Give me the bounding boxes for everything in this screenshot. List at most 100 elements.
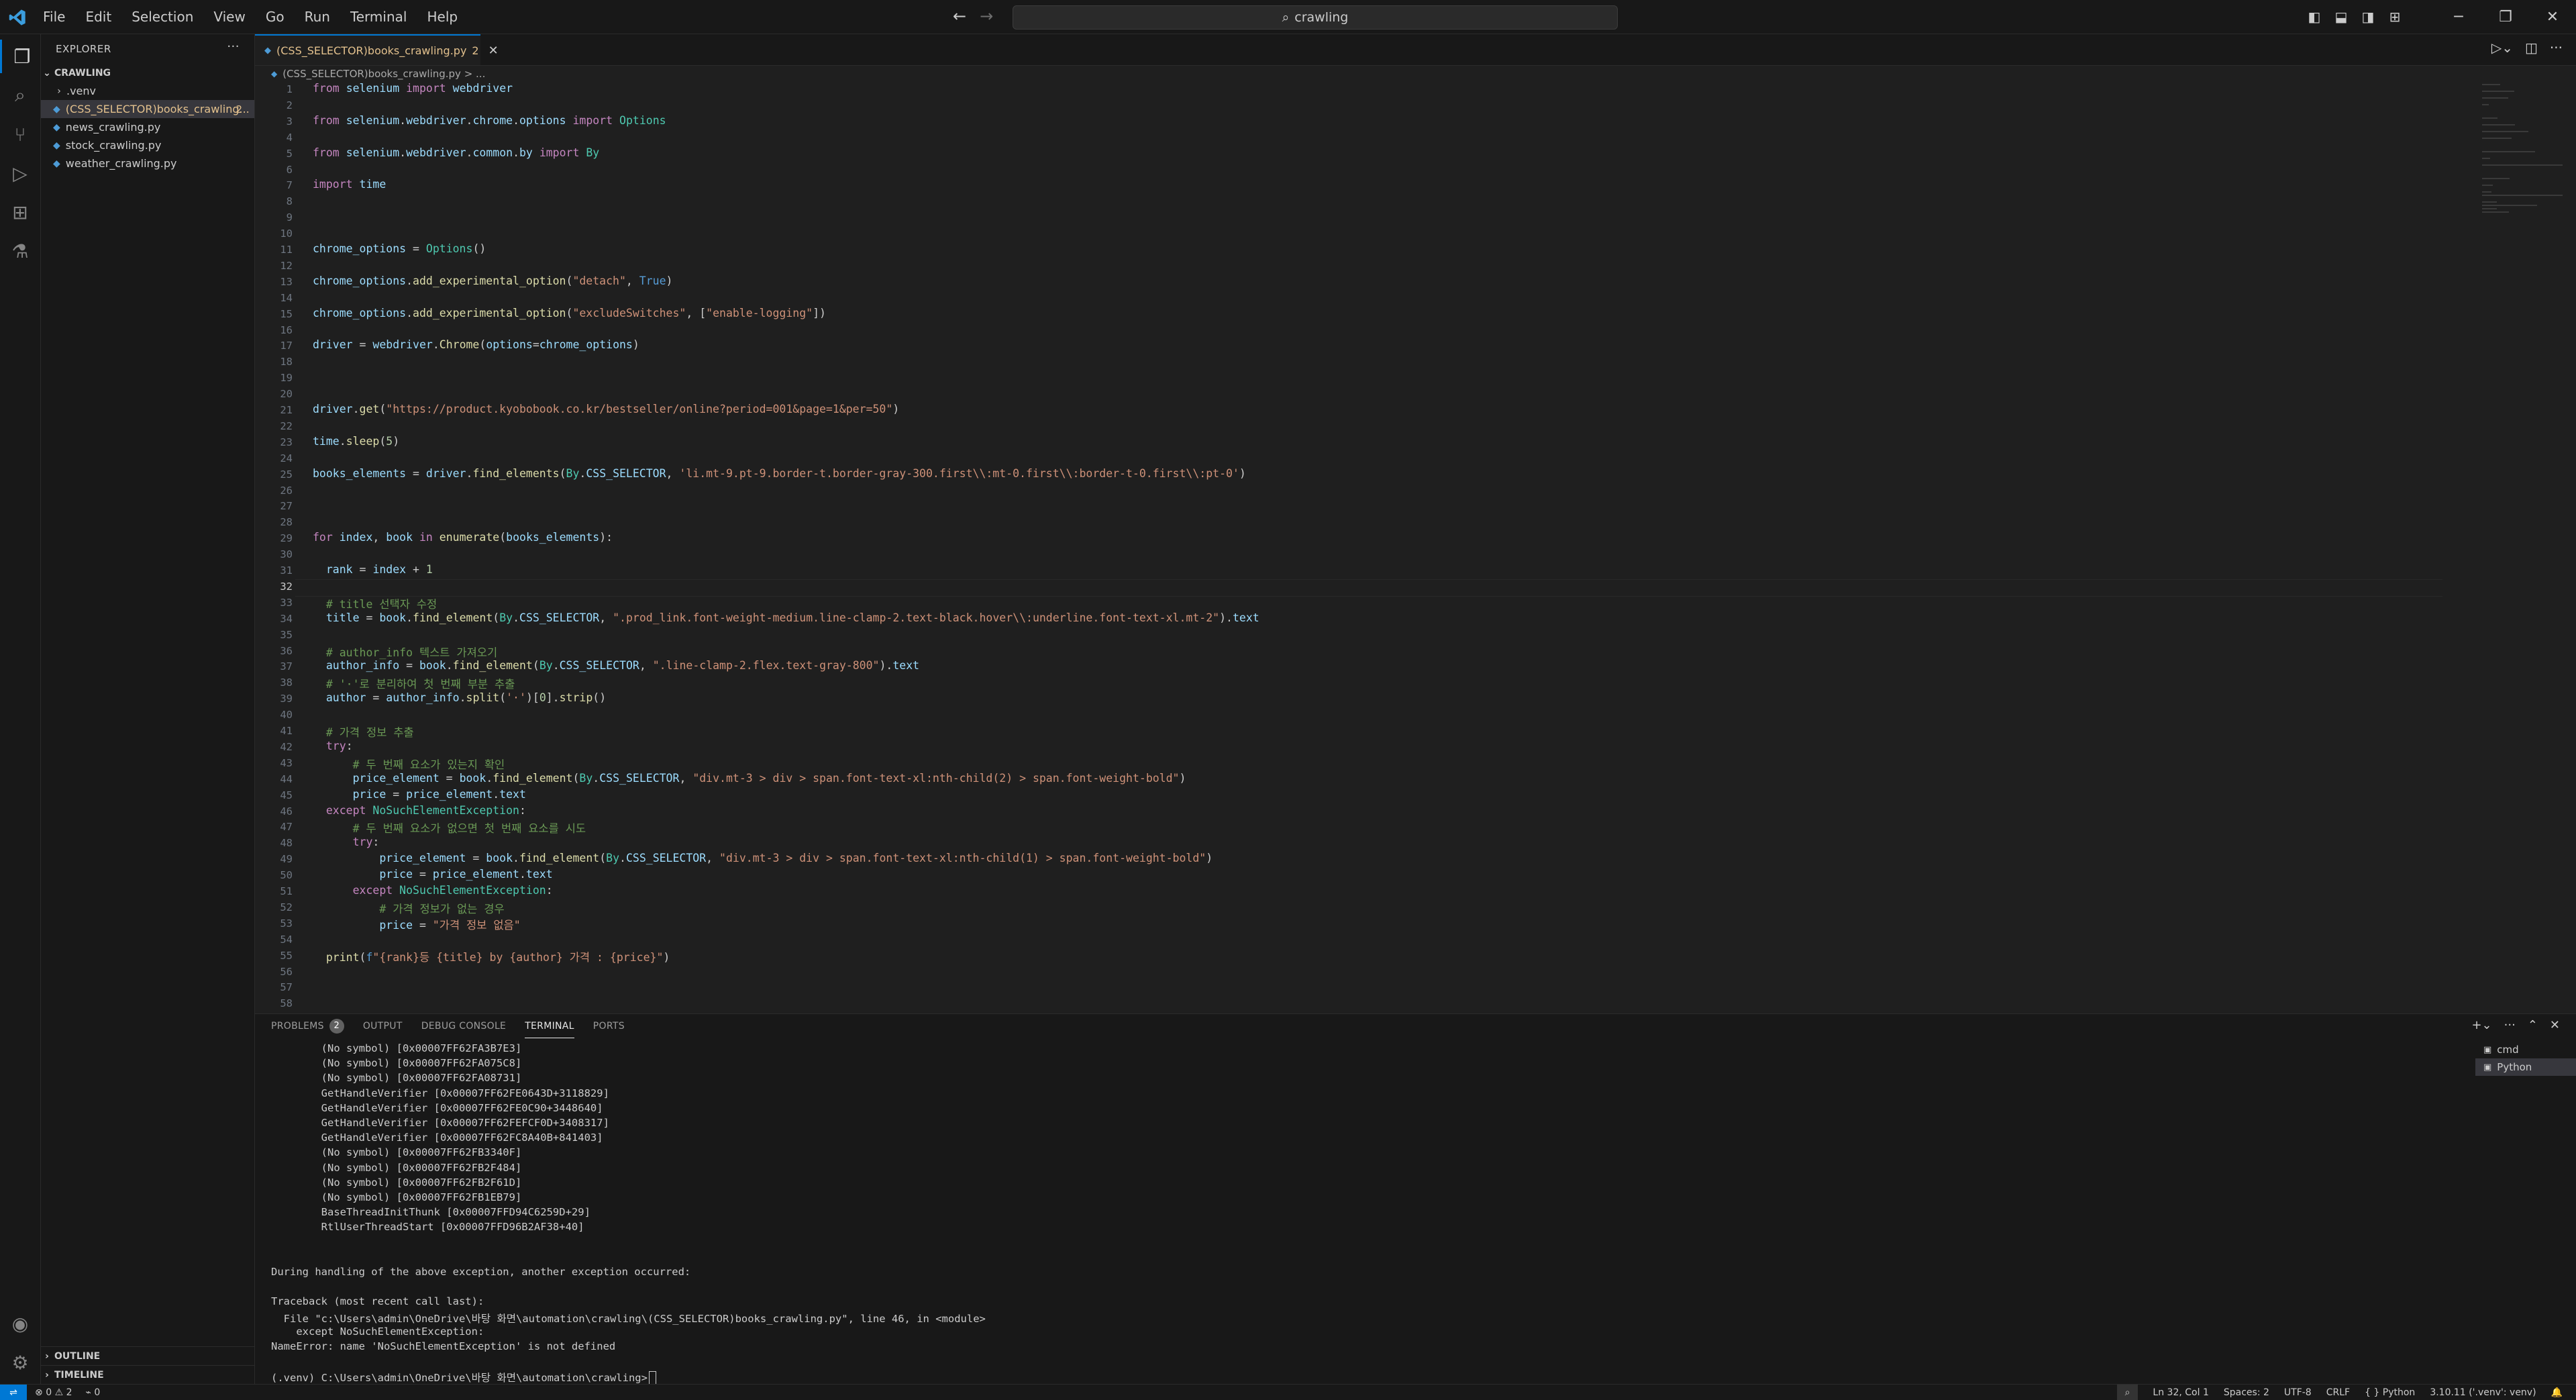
tab-problems[interactable]: PROBLEMS 2 bbox=[271, 1014, 344, 1038]
menu-bar: File Edit Selection View Go Run Terminal Help bbox=[43, 0, 478, 34]
code-line: price = "가격 정보 없음" bbox=[379, 918, 521, 932]
search-view-icon[interactable]: ⌕ bbox=[0, 79, 40, 112]
timeline-section[interactable]: › TIMELINE bbox=[41, 1365, 254, 1384]
close-window-icon[interactable]: ✕ bbox=[2529, 9, 2576, 26]
menu-file[interactable]: File bbox=[43, 9, 65, 25]
menu-run[interactable]: Run bbox=[305, 9, 330, 25]
run-debug-icon[interactable]: ▷ bbox=[0, 156, 40, 190]
explorer-icon[interactable]: ❐ bbox=[0, 40, 42, 73]
python-file-icon: ◆ bbox=[53, 103, 60, 115]
language-mode[interactable]: { } Python bbox=[2365, 1387, 2415, 1398]
line-number: 6 bbox=[286, 163, 293, 176]
testing-icon[interactable]: ⚗ bbox=[0, 234, 40, 268]
encoding[interactable]: UTF-8 bbox=[2284, 1387, 2312, 1398]
tree-file[interactable]: ◆ weather_crawling.py bbox=[41, 154, 254, 172]
problems-status[interactable]: ⊗ 0 ⚠ 2 bbox=[35, 1387, 72, 1398]
customize-layout-icon[interactable]: ⊞ bbox=[2381, 9, 2408, 25]
zoom-icon[interactable]: ⌕ bbox=[2116, 1385, 2139, 1400]
code-line: from selenium import webdriver bbox=[313, 82, 513, 95]
line-number: 13 bbox=[280, 275, 293, 288]
explorer-title: EXPLORER bbox=[56, 43, 111, 55]
line-number: 49 bbox=[280, 853, 293, 866]
line-number: 14 bbox=[280, 291, 293, 304]
menu-view[interactable]: View bbox=[213, 9, 245, 25]
tab-output[interactable]: OUTPUT bbox=[363, 1014, 403, 1038]
cursor-position[interactable]: Ln 32, Col 1 bbox=[2153, 1387, 2208, 1398]
line-number: 11 bbox=[280, 244, 293, 256]
menu-go[interactable]: Go bbox=[266, 9, 285, 25]
tab-ports[interactable]: PORTS bbox=[593, 1014, 625, 1038]
tab-books-crawling[interactable]: ◆ (CSS_SELECTOR)books_crawling.py 2 ✕ bbox=[255, 34, 499, 65]
menu-help[interactable]: Help bbox=[427, 9, 458, 25]
indentation[interactable]: Spaces: 2 bbox=[2224, 1387, 2269, 1398]
back-arrow-icon[interactable]: ← bbox=[953, 7, 966, 26]
warning-icon: ⚠ bbox=[54, 1387, 64, 1398]
close-panel-icon[interactable]: ✕ bbox=[2550, 1018, 2560, 1032]
code-line: title = book.find_element(By.CSS_SELECTO… bbox=[325, 611, 1259, 624]
more-actions-icon[interactable]: ··· bbox=[2550, 40, 2563, 56]
menu-terminal[interactable]: Terminal bbox=[350, 9, 407, 25]
extensions-icon[interactable]: ⊞ bbox=[0, 195, 40, 229]
run-python-file-icon[interactable]: ▷⌄ bbox=[2491, 40, 2513, 56]
toggle-primary-sidebar-icon[interactable]: ◧ bbox=[2301, 9, 2328, 25]
python-interpreter[interactable]: 3.10.11 ('.venv': venv) bbox=[2430, 1387, 2536, 1398]
terminal-instance-python[interactable]: ▣ Python bbox=[2475, 1058, 2576, 1076]
terminal-line: GetHandleVerifier [0x00007FF62FEFCF0D+34… bbox=[271, 1117, 609, 1129]
menu-edit[interactable]: Edit bbox=[85, 9, 111, 25]
line-number: 37 bbox=[280, 660, 293, 673]
command-center-search[interactable]: ⌕ crawling bbox=[1013, 5, 1618, 30]
line-ending[interactable]: CRLF bbox=[2326, 1387, 2350, 1398]
code-line: from selenium.webdriver.common.by import… bbox=[313, 146, 600, 159]
terminal-line: (.venv) C:\Users\admin\OneDrive\바탕 화면\au… bbox=[271, 1372, 648, 1385]
editor-group: ◆ (CSS_SELECTOR)books_crawling.py 2 ✕ ▷⌄… bbox=[255, 34, 2576, 1013]
tree-file[interactable]: ◆ stock_crawling.py bbox=[41, 136, 254, 154]
code-line: from selenium.webdriver.chrome.options i… bbox=[313, 113, 666, 127]
line-number: 38 bbox=[280, 677, 293, 689]
notifications-bell-icon[interactable]: 🔔 bbox=[2551, 1387, 2563, 1398]
line-number: 58 bbox=[280, 997, 293, 1010]
outline-section[interactable]: › OUTLINE bbox=[41, 1346, 254, 1365]
source-control-icon[interactable]: ⑂ bbox=[0, 117, 40, 151]
line-number: 26 bbox=[280, 484, 293, 497]
new-terminal-icon[interactable]: +⌄ bbox=[2471, 1018, 2491, 1032]
ports-status[interactable]: ⌁ 0 bbox=[86, 1387, 101, 1398]
breadcrumb[interactable]: ◆ (CSS_SELECTOR)books_crawling.py > ... bbox=[255, 66, 2576, 82]
maximize-panel-icon[interactable]: ⌃ bbox=[2528, 1018, 2538, 1032]
explorer-header: EXPLORER ··· bbox=[41, 34, 254, 64]
terminal-output[interactable]: (No symbol) [0x00007FF62FA3B7E3] (No sym… bbox=[271, 1042, 2459, 1385]
remote-indicator-icon[interactable]: ⇌ bbox=[0, 1385, 27, 1400]
code-line: price_element = book.find_element(By.CSS… bbox=[352, 771, 1186, 785]
chevron-right-icon: › bbox=[57, 85, 61, 97]
toggle-secondary-sidebar-icon[interactable]: ◨ bbox=[2355, 9, 2381, 25]
title-bar: File Edit Selection View Go Run Terminal Help ←… bbox=[0, 0, 2576, 34]
terminal-instance-cmd[interactable]: ▣ cmd bbox=[2475, 1041, 2576, 1058]
workspace-folder[interactable]: ⌄ CRAWLING bbox=[41, 64, 254, 82]
tab-terminal[interactable]: TERMINAL bbox=[525, 1014, 574, 1038]
error-icon: ⊗ bbox=[35, 1387, 43, 1398]
minimap[interactable] bbox=[2482, 82, 2563, 213]
line-number: 23 bbox=[280, 436, 293, 448]
toggle-panel-icon[interactable]: ⬓ bbox=[2328, 9, 2355, 25]
code-line: print(f"{rank}등 {title} by {author} 가격 :… bbox=[325, 950, 670, 964]
tree-file[interactable]: ◆ (CSS_SELECTOR)books_crawling... 2 bbox=[41, 100, 254, 118]
more-actions-icon[interactable]: ··· bbox=[2504, 1018, 2516, 1032]
search-text: crawling bbox=[1294, 10, 1349, 25]
split-editor-icon[interactable]: ◫ bbox=[2525, 40, 2538, 56]
tree-file[interactable]: ◆ news_crawling.py bbox=[41, 118, 254, 136]
restore-icon[interactable]: ❐ bbox=[2482, 9, 2529, 26]
tree-item-label: .venv bbox=[66, 85, 97, 97]
minimap-line bbox=[2482, 205, 2537, 206]
minimize-icon[interactable]: ─ bbox=[2435, 9, 2482, 26]
accounts-icon[interactable]: ◉ bbox=[0, 1307, 40, 1340]
sidebar-bottom-sections: › OUTLINE › TIMELINE bbox=[41, 1346, 254, 1384]
more-actions-icon[interactable]: ··· bbox=[227, 40, 240, 54]
language-label: Python bbox=[2382, 1387, 2416, 1398]
manage-gear-icon[interactable]: ⚙ bbox=[0, 1346, 40, 1379]
code-area[interactable]: 1 from selenium import webdriver 2 3 from se… bbox=[255, 82, 2463, 1011]
tree-folder[interactable]: › .venv bbox=[41, 82, 254, 100]
close-tab-icon[interactable]: ✕ bbox=[488, 44, 499, 58]
menu-selection[interactable]: Selection bbox=[132, 9, 193, 25]
tab-debug-console[interactable]: DEBUG CONSOLE bbox=[421, 1014, 507, 1038]
forward-arrow-icon[interactable]: → bbox=[980, 7, 993, 26]
panel-tab-label: TERMINAL bbox=[525, 1020, 574, 1032]
